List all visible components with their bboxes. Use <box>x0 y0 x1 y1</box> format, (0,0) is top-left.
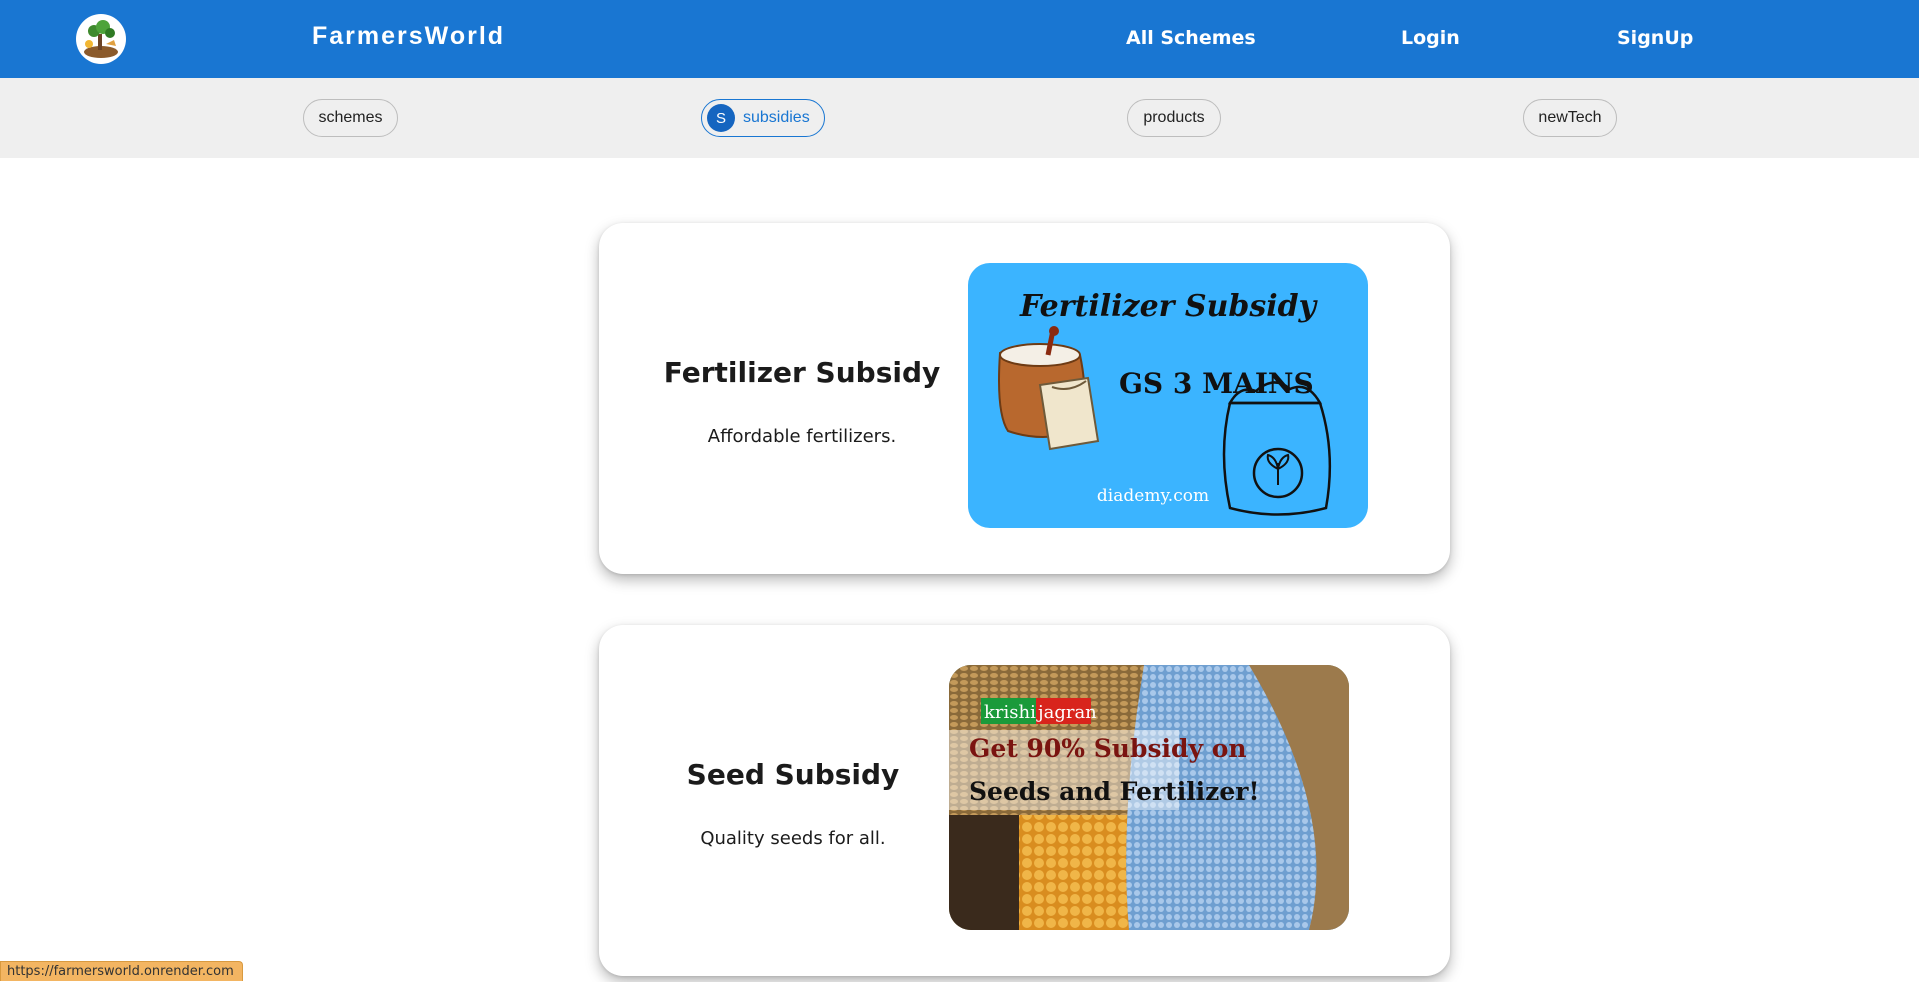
subsidy-card[interactable]: Seed Subsidy Quality seeds for all. kris… <box>599 625 1450 976</box>
card-title: Seed Subsidy <box>686 758 900 791</box>
nav-signup[interactable]: SignUp <box>1617 27 1693 49</box>
image-headline-line2: Seeds and Fertilizer! <box>969 777 1259 806</box>
brand-title[interactable]: FarmersWorld <box>312 22 505 51</box>
image-headline-line1: Get 90% Subsidy on <box>969 734 1247 763</box>
chip-label: newTech <box>1538 109 1602 126</box>
card-description: Affordable fertilizers. <box>707 426 897 447</box>
farm-logo-icon[interactable] <box>76 14 126 64</box>
chip-label: schemes <box>318 109 383 126</box>
image-brand-part2: jagran <box>1036 702 1097 723</box>
chip-label: products <box>1143 109 1205 126</box>
card-title: Fertilizer Subsidy <box>663 356 941 389</box>
subsidy-card[interactable]: Fertilizer Subsidy Affordable fertilizer… <box>599 223 1450 574</box>
image-caption: GS 3 MAINS <box>1119 367 1314 400</box>
image-footer: diademy.com <box>1097 486 1209 506</box>
chip-label: subsidies <box>743 109 810 126</box>
image-brand-part1: krishi <box>984 702 1036 723</box>
chip-avatar: S <box>707 104 735 132</box>
nav-login[interactable]: Login <box>1401 27 1460 49</box>
image-headline: Fertilizer Subsidy <box>1019 289 1319 324</box>
link-status-url: https://farmersworld.onrender.com <box>0 961 243 981</box>
nav-all-schemes[interactable]: All Schemes <box>1126 27 1256 49</box>
fertilizer-subsidy-image: Fertilizer Subsidy GS 3 MAINS diademy.co… <box>968 263 1368 528</box>
chip-products[interactable]: products <box>1127 99 1221 137</box>
card-description: Quality seeds for all. <box>700 828 886 849</box>
chip-schemes[interactable]: schemes <box>303 99 398 137</box>
seed-subsidy-image: krishi jagran Get 90% Subsidy on Seeds a… <box>949 665 1349 930</box>
chip-newtech[interactable]: newTech <box>1523 99 1617 137</box>
category-chip-bar <box>0 78 1919 158</box>
chip-subsidies[interactable]: S subsidies <box>701 99 825 137</box>
